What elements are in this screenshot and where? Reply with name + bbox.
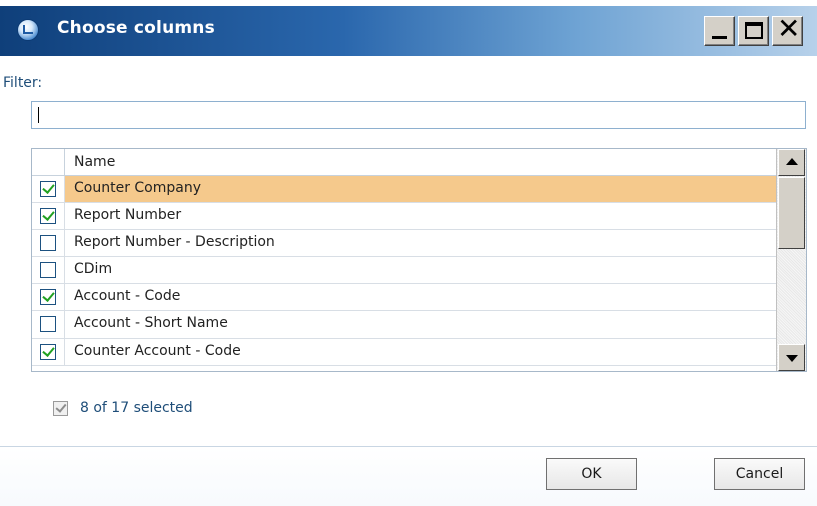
app-icon (17, 19, 39, 41)
row-checkbox[interactable] (40, 316, 56, 333)
column-header-name[interactable]: Name (74, 154, 115, 170)
vertical-scrollbar[interactable] (776, 149, 806, 371)
maximize-button[interactable] (738, 16, 769, 46)
row-check-cell (32, 284, 65, 311)
row-checkbox[interactable] (40, 181, 56, 197)
table-row[interactable]: Account - Short Name (32, 311, 776, 339)
ok-button[interactable]: OK (546, 458, 637, 490)
grid-rows: Counter Company Report Number Report Numbe… (32, 176, 776, 366)
row-check-cell (32, 203, 65, 230)
row-checkbox[interactable] (40, 262, 56, 279)
row-check-cell (32, 338, 65, 365)
select-all-checkbox[interactable] (53, 401, 68, 416)
columns-grid: Name Counter Company Report Number Report … (31, 148, 807, 372)
table-row[interactable]: Counter Company (32, 176, 776, 204)
close-button[interactable]: ✕ (772, 12, 803, 46)
close-icon: ✕ (777, 12, 801, 45)
row-check-cell (32, 230, 65, 257)
row-checkbox[interactable] (40, 343, 56, 360)
row-label: Account - Code (74, 288, 181, 305)
row-label: Counter Company (74, 180, 201, 196)
title-bar: Choose columns ✕ (0, 6, 817, 56)
table-row[interactable]: Report Number - Description (32, 230, 776, 258)
row-checkbox[interactable] (40, 289, 56, 306)
table-row[interactable]: Account - Code (32, 284, 776, 312)
row-check-cell (32, 176, 65, 203)
row-label: Report Number (74, 207, 182, 224)
selection-summary: 8 of 17 selected (80, 400, 193, 416)
row-label: Report Number - Description (74, 234, 275, 251)
scroll-up-button[interactable] (778, 149, 805, 176)
row-checkbox[interactable] (40, 235, 56, 252)
table-row[interactable]: CDim (32, 257, 776, 285)
minimize-button[interactable] (704, 16, 735, 46)
row-label: Counter Account - Code (74, 342, 241, 359)
grid-header: Name (32, 149, 776, 176)
header-check-column[interactable] (32, 149, 65, 176)
row-checkbox[interactable] (40, 208, 56, 225)
table-row[interactable]: Counter Account - Code (32, 338, 776, 366)
filter-label: Filter: (3, 75, 43, 91)
row-check-cell (32, 257, 65, 284)
filter-input[interactable] (31, 101, 806, 129)
cancel-button[interactable]: Cancel (714, 458, 805, 490)
dialog-footer (0, 446, 817, 506)
row-label: Account - Short Name (74, 315, 228, 332)
row-label: CDim (74, 261, 113, 278)
window-title: Choose columns (57, 18, 215, 38)
scroll-thumb[interactable] (778, 177, 805, 249)
text-caret (38, 107, 39, 123)
table-row[interactable]: Report Number (32, 203, 776, 231)
row-check-cell (32, 311, 65, 338)
scroll-down-button[interactable] (778, 344, 805, 371)
